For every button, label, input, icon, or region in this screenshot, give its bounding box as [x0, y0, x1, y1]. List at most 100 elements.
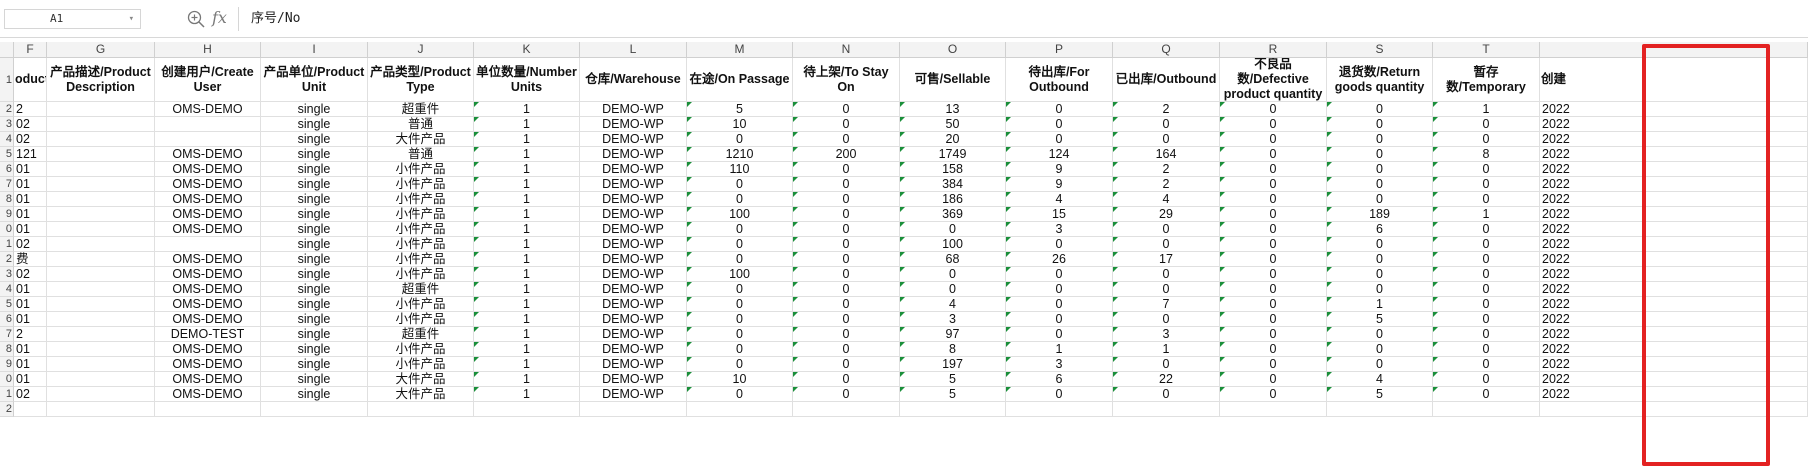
table-cell[interactable]: OMS-DEMO: [155, 372, 261, 387]
table-cell[interactable]: 3: [1113, 327, 1220, 342]
table-cell[interactable]: single: [261, 162, 368, 177]
table-cell[interactable]: [1433, 402, 1540, 417]
table-cell[interactable]: [47, 162, 155, 177]
column-header-g[interactable]: G: [47, 42, 155, 57]
table-cell[interactable]: 0: [1006, 132, 1113, 147]
table-cell[interactable]: 01: [14, 282, 47, 297]
table-cell[interactable]: 1: [1006, 342, 1113, 357]
table-cell[interactable]: 0: [1220, 342, 1327, 357]
header-cell[interactable]: 待上架/To Stay On: [793, 58, 900, 102]
table-cell[interactable]: 0: [793, 132, 900, 147]
table-cell[interactable]: 小件产品: [368, 192, 474, 207]
table-cell[interactable]: 0: [687, 297, 793, 312]
table-cell[interactable]: 0: [793, 162, 900, 177]
table-cell[interactable]: 01: [14, 162, 47, 177]
table-cell[interactable]: 0: [1327, 117, 1433, 132]
row-number[interactable]: 9: [0, 207, 14, 222]
column-header-t[interactable]: T: [1433, 42, 1540, 57]
table-cell[interactable]: 0: [793, 252, 900, 267]
table-cell[interactable]: [900, 402, 1006, 417]
table-cell[interactable]: [47, 387, 155, 402]
table-cell[interactable]: 0: [1433, 132, 1540, 147]
table-cell[interactable]: single: [261, 237, 368, 252]
table-cell[interactable]: 0: [1433, 237, 1540, 252]
table-cell[interactable]: 1: [474, 372, 580, 387]
table-cell[interactable]: 0: [1433, 372, 1540, 387]
table-cell[interactable]: 4: [1113, 192, 1220, 207]
table-cell[interactable]: 1: [474, 117, 580, 132]
table-cell[interactable]: 0: [687, 342, 793, 357]
table-cell[interactable]: 0: [1113, 387, 1220, 402]
table-cell[interactable]: [1327, 402, 1433, 417]
table-cell[interactable]: OMS-DEMO: [155, 207, 261, 222]
row-number[interactable]: 3: [0, 267, 14, 282]
table-cell[interactable]: 0: [1220, 252, 1327, 267]
table-cell[interactable]: 0: [1006, 237, 1113, 252]
table-cell[interactable]: single: [261, 102, 368, 117]
table-cell[interactable]: 超重件: [368, 282, 474, 297]
table-cell[interactable]: 2022: [1540, 237, 1808, 252]
table-cell[interactable]: 01: [14, 192, 47, 207]
table-cell[interactable]: DEMO-WP: [580, 312, 687, 327]
table-cell[interactable]: OMS-DEMO: [155, 282, 261, 297]
table-cell[interactable]: single: [261, 252, 368, 267]
table-cell[interactable]: 1: [1113, 342, 1220, 357]
row-number[interactable]: 8: [0, 192, 14, 207]
table-cell[interactable]: 小件产品: [368, 222, 474, 237]
table-cell[interactable]: [687, 402, 793, 417]
table-cell[interactable]: 0: [687, 237, 793, 252]
table-cell[interactable]: 0: [1220, 372, 1327, 387]
zoom-icon[interactable]: [186, 9, 206, 29]
table-cell[interactable]: 5: [1327, 387, 1433, 402]
table-cell[interactable]: OMS-DEMO: [155, 387, 261, 402]
table-cell[interactable]: OMS-DEMO: [155, 222, 261, 237]
fx-icon[interactable]: fx: [212, 8, 227, 27]
table-cell[interactable]: 100: [900, 237, 1006, 252]
table-cell[interactable]: 0: [1220, 132, 1327, 147]
table-cell[interactable]: 5: [900, 387, 1006, 402]
table-cell[interactable]: 0: [900, 267, 1006, 282]
row-number[interactable]: 4: [0, 282, 14, 297]
table-cell[interactable]: 超重件: [368, 102, 474, 117]
table-cell[interactable]: 0: [1006, 297, 1113, 312]
table-cell[interactable]: 0: [1006, 117, 1113, 132]
table-cell[interactable]: 2022: [1540, 387, 1808, 402]
table-cell[interactable]: 3: [1006, 357, 1113, 372]
table-cell[interactable]: 20: [900, 132, 1006, 147]
table-cell[interactable]: 0: [687, 387, 793, 402]
table-cell[interactable]: 1: [474, 297, 580, 312]
table-cell[interactable]: 0: [1433, 267, 1540, 282]
table-cell[interactable]: 0: [793, 282, 900, 297]
table-cell[interactable]: 189: [1327, 207, 1433, 222]
table-cell[interactable]: 2022: [1540, 282, 1808, 297]
table-cell[interactable]: 1: [474, 387, 580, 402]
table-cell[interactable]: single: [261, 132, 368, 147]
table-cell[interactable]: 0: [1220, 222, 1327, 237]
table-cell[interactable]: 0: [1433, 117, 1540, 132]
row-number[interactable]: 8: [0, 342, 14, 357]
table-cell[interactable]: 0: [793, 207, 900, 222]
table-cell[interactable]: 0: [1327, 282, 1433, 297]
table-cell[interactable]: 26: [1006, 252, 1113, 267]
table-cell[interactable]: 164: [1113, 147, 1220, 162]
table-cell[interactable]: 小件产品: [368, 252, 474, 267]
table-cell[interactable]: 5: [900, 372, 1006, 387]
table-cell[interactable]: 1749: [900, 147, 1006, 162]
table-cell[interactable]: single: [261, 387, 368, 402]
table-cell[interactable]: 0: [793, 117, 900, 132]
table-cell[interactable]: 0: [793, 192, 900, 207]
column-header-f[interactable]: F: [14, 42, 47, 57]
table-cell[interactable]: 0: [687, 132, 793, 147]
table-cell[interactable]: 9: [1006, 177, 1113, 192]
table-cell[interactable]: 0: [1433, 192, 1540, 207]
table-cell[interactable]: 8: [1433, 147, 1540, 162]
chevron-down-icon[interactable]: ▾: [129, 10, 134, 28]
table-cell[interactable]: 0: [1220, 207, 1327, 222]
table-cell[interactable]: 0: [1113, 237, 1220, 252]
column-header-last[interactable]: [1540, 42, 1808, 57]
table-cell[interactable]: 2: [1113, 102, 1220, 117]
table-cell[interactable]: 0: [1327, 237, 1433, 252]
table-cell[interactable]: 0: [900, 282, 1006, 297]
table-cell[interactable]: 小件产品: [368, 162, 474, 177]
table-cell[interactable]: single: [261, 177, 368, 192]
